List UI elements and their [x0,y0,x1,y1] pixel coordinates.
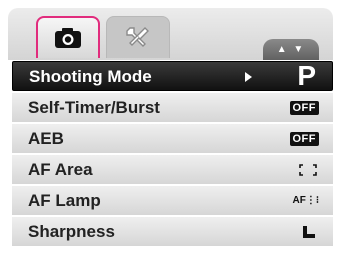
menu-list: Shooting Mode P Self-Timer/Burst OFF AEB… [8,60,333,255]
tab-setup[interactable] [106,16,170,58]
af-lamp-icon: AF⋮⁝ [292,195,319,206]
menu-item-shooting-mode[interactable]: Shooting Mode P [12,60,333,91]
menu-item-af-lamp[interactable]: AF Lamp AF⋮⁝ [12,186,333,216]
tools-icon [126,26,149,47]
menu-item-label: Self-Timer/Burst [28,98,160,117]
menu-item-self-timer-burst[interactable]: Self-Timer/Burst OFF [12,93,333,123]
submenu-arrow-icon [245,72,252,82]
off-badge: OFF [289,101,319,115]
off-badge: OFF [289,132,319,146]
af-area-icon [299,164,317,176]
scroll-indicator: ▲ ▼ [263,39,319,61]
menu-item-aeb[interactable]: AEB OFF [12,124,333,154]
tab-camera[interactable] [36,16,100,58]
camera-icon [55,28,81,48]
menu-tab-bar: ▲ ▼ [8,8,333,61]
menu-item-label: AEB [28,129,64,148]
menu-item-label: Shooting Mode [29,67,152,86]
camera-menu-screen: ▲ ▼ Shooting Mode P Self-Timer/Burst OFF… [0,0,341,257]
sharpness-icon [303,226,315,238]
af-lamp-text: AF [292,195,306,206]
menu-item-af-area[interactable]: AF Area [12,155,333,185]
menu-item-label: AF Area [28,160,93,179]
menu-item-label: Sharpness [28,222,115,241]
menu-item-label: AF Lamp [28,191,101,210]
menu-item-sharpness[interactable]: Sharpness [12,217,333,247]
shooting-mode-value: P [297,60,316,91]
